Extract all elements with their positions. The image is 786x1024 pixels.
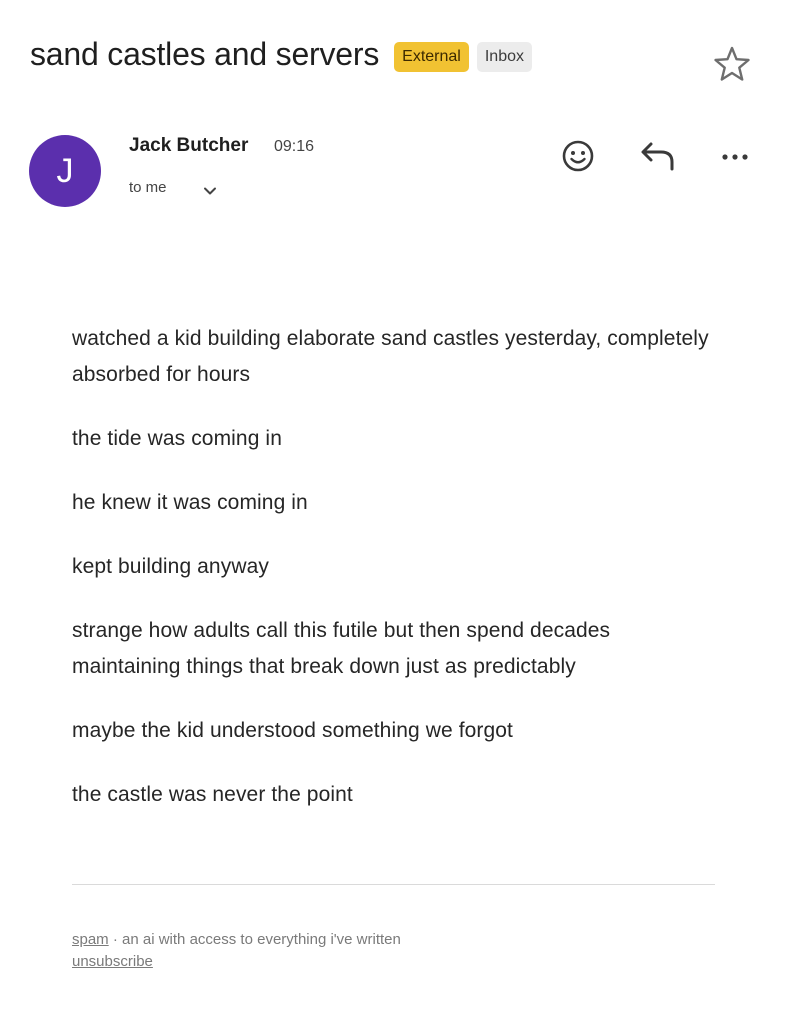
chevron-down-icon <box>204 187 216 195</box>
reply-button[interactable] <box>636 136 678 176</box>
star-button[interactable] <box>712 44 752 84</box>
label-inbox[interactable]: Inbox <box>476 42 532 72</box>
sender-name[interactable]: Jack Butcher <box>129 135 248 157</box>
footer-divider <box>72 884 715 885</box>
body-paragraph: the tide was coming in <box>72 427 282 450</box>
unsubscribe-link[interactable]: unsubscribe <box>72 953 153 970</box>
footer-line: spam · an ai with access to everything i… <box>72 929 401 951</box>
body-paragraph: maybe the kid understood something we fo… <box>72 719 513 742</box>
avatar-initial: J <box>56 151 74 190</box>
reply-icon <box>641 142 674 171</box>
email-subject: sand castles and servers <box>30 36 380 72</box>
email-body: watched a kid building elaborate sand ca… <box>72 321 712 841</box>
recipient-details-toggle[interactable] <box>202 183 218 199</box>
recipient-label[interactable]: to me <box>129 179 167 196</box>
emoji-reaction-button[interactable] <box>558 136 598 176</box>
sent-time: 09:16 <box>274 138 315 155</box>
star-icon <box>714 46 750 81</box>
label-external[interactable]: External <box>394 42 469 72</box>
footer-description: an ai with access to everything i've wri… <box>122 931 401 948</box>
body-paragraph: strange how adults call this futile but … <box>72 619 611 678</box>
body-paragraph: watched a kid building elaborate sand ca… <box>72 327 709 386</box>
more-options-button[interactable] <box>715 136 755 176</box>
avatar[interactable]: J <box>29 135 101 207</box>
email-view: sand castles and servers External Inbox … <box>0 0 786 1024</box>
email-footer: spam · an ai with access to everything i… <box>72 929 401 973</box>
emoji-icon <box>562 140 594 172</box>
spam-link[interactable]: spam <box>72 931 109 948</box>
body-paragraph: kept building anyway <box>72 555 269 578</box>
footer-separator: · <box>108 931 123 948</box>
footer-line: unsubscribe <box>72 951 401 973</box>
subject-row: sand castles and servers External Inbox <box>30 34 532 74</box>
body-paragraph: the castle was never the point <box>72 783 353 806</box>
more-icon <box>722 154 748 160</box>
body-paragraph: he knew it was coming in <box>72 491 308 514</box>
